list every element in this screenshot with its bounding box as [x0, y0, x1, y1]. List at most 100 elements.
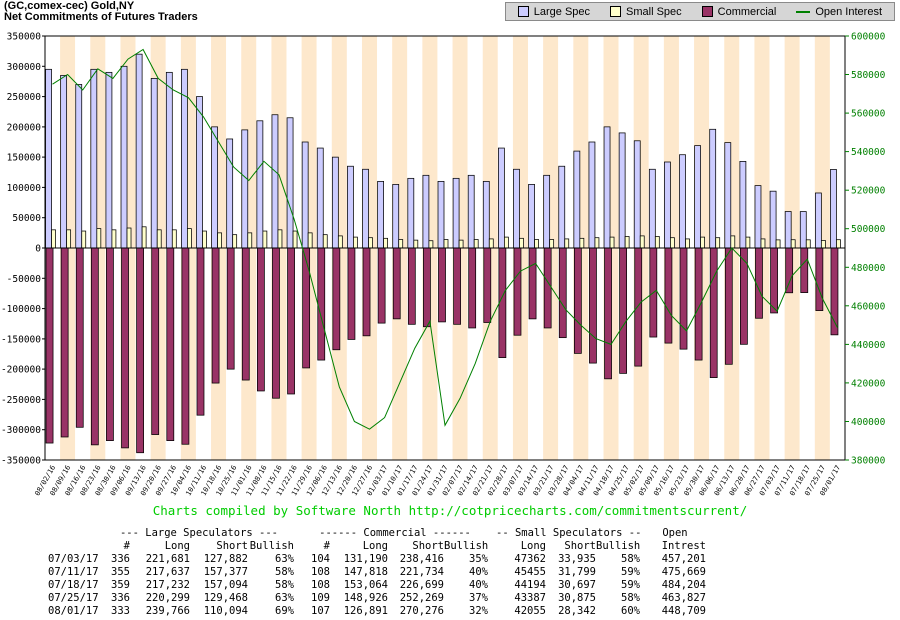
- cell-ss_short: 28,342: [546, 605, 596, 618]
- cell-c_long: 153,064: [330, 579, 388, 592]
- cell-ls_num: 336: [104, 553, 130, 566]
- small-spec-bar: [519, 238, 523, 248]
- cell-ls_num: 355: [104, 566, 130, 579]
- small-spec-bar: [187, 229, 191, 248]
- cell-c_bull: 40%: [444, 579, 488, 592]
- left-axis-label: -300000: [1, 425, 41, 436]
- right-axis-label: 400000: [851, 417, 886, 428]
- commercial-bar: [212, 248, 219, 383]
- commercial-bar: [197, 248, 204, 415]
- cell-c_bull: 32%: [444, 605, 488, 618]
- commercial-bar: [423, 248, 430, 327]
- commercial-bar: [710, 248, 717, 378]
- commercial-bar: [272, 248, 279, 398]
- commercial-bar: [484, 248, 491, 323]
- left-axis-label: -50000: [7, 274, 42, 285]
- large-spec-bar: [136, 54, 142, 248]
- col-header-c_long: Long: [330, 540, 388, 553]
- small-spec-bar: [248, 233, 252, 248]
- cell-c_long: 147,818: [330, 566, 388, 579]
- table-column-header-row: #LongShortBullish#LongShortBullishLongSh…: [48, 540, 706, 553]
- table-body: 07/03/17336221,681127,88263%104131,19023…: [48, 553, 706, 618]
- cell-ls_num: 336: [104, 592, 130, 605]
- large-spec-bar: [498, 148, 504, 248]
- large-spec-bar: [559, 166, 565, 248]
- commercial-bar: [680, 248, 687, 349]
- cell-oi: 457,201: [644, 553, 706, 566]
- small-spec-bar: [293, 231, 297, 248]
- large-spec-bar: [121, 66, 127, 248]
- large-spec-bar: [332, 157, 338, 248]
- cell-c_bull: 35%: [444, 553, 488, 566]
- cell-date: 07/18/17: [48, 579, 104, 592]
- cell-ls_short: 157,094: [190, 579, 248, 592]
- large-spec-bar: [544, 175, 550, 248]
- small-spec-bar: [142, 227, 146, 248]
- commercial-bar: [137, 248, 144, 453]
- large-spec-bar: [242, 130, 248, 248]
- col-header-ls_num: #: [104, 540, 130, 553]
- large-spec-bar: [61, 75, 67, 248]
- credit-text: Charts compiled by Software North: [153, 503, 401, 518]
- large-spec-bar: [649, 169, 655, 248]
- small-spec-bar: [384, 238, 388, 248]
- commercial-bar: [333, 248, 340, 350]
- cell-ls_num: 359: [104, 579, 130, 592]
- cell-date: 08/01/17: [48, 605, 104, 618]
- commercial-bar: [620, 248, 627, 373]
- cell-c_num: 104: [302, 553, 330, 566]
- right-axis-label: 500000: [851, 224, 886, 235]
- large-spec-bar: [815, 193, 821, 248]
- cell-ss_long: 42055: [496, 605, 546, 618]
- small-spec-bar: [444, 240, 448, 248]
- cell-oi: 475,669: [644, 566, 706, 579]
- large-spec-bar: [755, 186, 761, 248]
- small-spec-bar: [686, 239, 690, 248]
- commercial-bar: [242, 248, 249, 380]
- small-spec-bar: [308, 233, 312, 248]
- large-spec-bar: [483, 181, 489, 248]
- cell-date: 07/11/17: [48, 566, 104, 579]
- cell-c_short: 226,699: [388, 579, 444, 592]
- small-spec-bar: [670, 238, 674, 248]
- commercial-bar: [559, 248, 566, 338]
- right-axis-label: 560000: [851, 109, 886, 120]
- cell-c_num: 109: [302, 592, 330, 605]
- cell-ls_long: 217,232: [130, 579, 190, 592]
- left-axis-label: -100000: [1, 304, 41, 315]
- small-spec-bar: [399, 240, 403, 248]
- large-spec-bar: [378, 181, 384, 248]
- commercial-bar: [514, 248, 521, 335]
- small-spec-bar: [202, 231, 206, 248]
- small-spec-bar: [414, 240, 418, 248]
- small-spec-bar: [595, 238, 599, 248]
- small-spec-bar: [489, 239, 493, 248]
- col-header-ls_long: Long: [130, 540, 190, 553]
- small-spec-bar: [263, 231, 267, 248]
- col-header-c_short: Short: [388, 540, 444, 553]
- commercial-bar: [439, 248, 446, 322]
- small-spec-bar: [776, 240, 780, 248]
- table-row: 08/01/17333239,766110,09469%107126,89127…: [48, 605, 706, 618]
- cell-date: 07/25/17: [48, 592, 104, 605]
- small-spec-bar: [127, 228, 131, 248]
- commercial-bar: [665, 248, 672, 343]
- small-spec-bar: [731, 236, 735, 248]
- group-header-commercial: ------ Commercial ------: [302, 527, 488, 540]
- commercial-bar: [227, 248, 234, 369]
- commercial-bar: [725, 248, 732, 364]
- small-spec-bar: [474, 240, 478, 248]
- left-axis-label: 150000: [7, 153, 42, 164]
- cell-ls_long: 217,637: [130, 566, 190, 579]
- credit-url-link[interactable]: http://cotpricecharts.com/commitmentscur…: [409, 503, 748, 518]
- large-spec-bar: [634, 141, 640, 248]
- table-group-header-row: --- Large Speculators --- ------ Commerc…: [48, 527, 706, 540]
- large-spec-bar: [800, 212, 806, 248]
- large-spec-bar: [151, 78, 157, 248]
- small-spec-bar: [836, 240, 840, 248]
- cell-c_num: 108: [302, 579, 330, 592]
- large-spec-bar: [453, 178, 459, 248]
- large-spec-bar: [287, 118, 293, 248]
- commercial-bar: [167, 248, 174, 441]
- col-header-ls_bull: Bullish: [248, 540, 294, 553]
